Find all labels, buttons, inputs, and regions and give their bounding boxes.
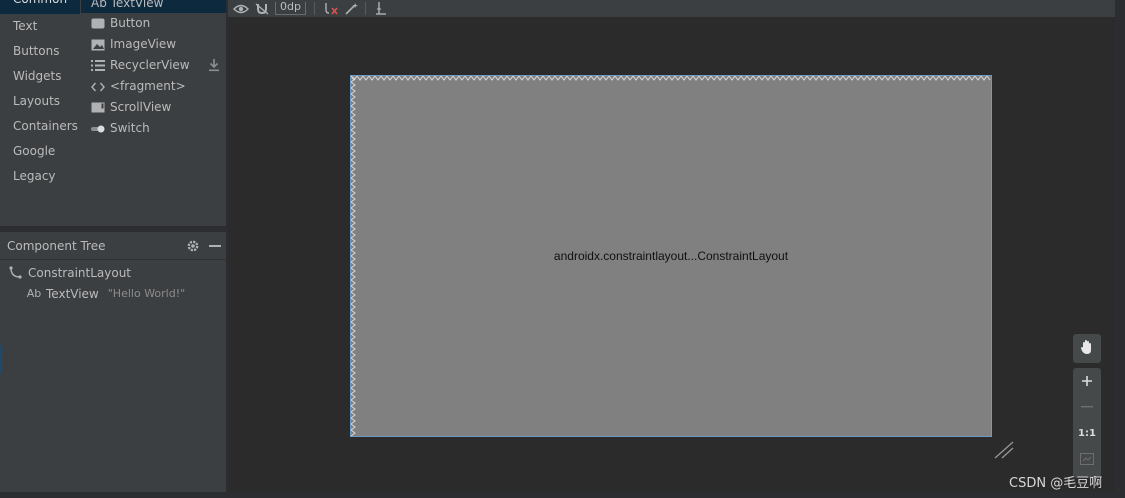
design-surface[interactable]: 0dp androidx.constraintlayout...Constrai… [228, 0, 1115, 492]
textview-icon: Ab [26, 287, 42, 300]
scrollview-icon [91, 101, 105, 115]
component-tree-header: Component Tree [0, 232, 226, 260]
plus-icon [1082, 376, 1092, 386]
button-icon [91, 17, 105, 31]
magnet-off-icon[interactable] [255, 0, 269, 17]
design-toolbar: 0dp [228, 0, 1115, 17]
zoom-out-button[interactable] [1073, 394, 1101, 420]
widget-label: Ab TextView [91, 0, 164, 10]
widget-label: RecyclerView [110, 58, 190, 72]
canvas-layout-label: androidx.constraintlayout...ConstraintLa… [553, 249, 789, 263]
palette-widget-imageview[interactable]: ImageView [81, 34, 226, 55]
widget-label: Button [110, 16, 151, 30]
palette-widget-textview[interactable]: Ab TextView [81, 0, 226, 13]
resize-handle-icon[interactable] [993, 440, 1015, 460]
palette-category-widgets[interactable]: Widgets [0, 64, 80, 89]
constraint-layout-icon [8, 265, 24, 280]
palette-category-google[interactable]: Google [0, 139, 80, 164]
tree-row-label: ConstraintLayout [28, 265, 132, 280]
gear-icon[interactable] [182, 235, 204, 257]
zoom-actual-size-button[interactable]: 1:1 [1073, 420, 1101, 446]
toolbar-separator [364, 2, 366, 15]
widget-label: <fragment> [110, 79, 186, 93]
minus-icon [1081, 406, 1093, 408]
download-icon[interactable] [208, 58, 220, 72]
hand-icon [1080, 339, 1094, 358]
widget-label: ScrollView [110, 100, 172, 114]
tree-row-text-value: "Hello World!" [107, 287, 186, 300]
clear-constraints-icon[interactable] [323, 0, 339, 17]
palette-widget-list: Ab TextView Button ImageView RecyclerVie… [81, 0, 226, 139]
zoom-to-fit-button[interactable] [1073, 446, 1101, 472]
default-margin-field[interactable]: 0dp [275, 1, 306, 15]
left-edge-marker [0, 345, 2, 373]
watermark-text: CSDN @毛豆啊 [1009, 476, 1103, 491]
palette-panel: Common Text Buttons Widgets Layouts Cont… [0, 0, 226, 226]
bottom-strip [0, 492, 1125, 498]
palette-category-list: Common Text Buttons Widgets Layouts Cont… [0, 0, 80, 189]
fit-screen-icon [1080, 453, 1094, 465]
list-icon [91, 59, 105, 73]
pan-button[interactable] [1073, 334, 1101, 363]
palette-category-text[interactable]: Text [0, 14, 80, 39]
component-tree-title: Component Tree [7, 238, 106, 253]
palette-category-legacy[interactable]: Legacy [0, 164, 80, 189]
palette-category-common[interactable]: Common [0, 0, 80, 14]
toolbar-separator [313, 2, 315, 15]
palette-widget-fragment[interactable]: <fragment> [81, 76, 226, 97]
magic-wand-icon[interactable] [345, 0, 359, 17]
widget-label: ImageView [110, 37, 177, 51]
minimize-icon[interactable] [204, 235, 226, 257]
zoom-actual-size-label: 1:1 [1078, 427, 1096, 439]
image-icon [91, 38, 105, 52]
switch-icon [91, 122, 105, 136]
tree-row-textview[interactable]: Ab TextView "Hello World!" [0, 283, 226, 304]
code-brackets-icon [91, 80, 105, 94]
guidelines-icon[interactable] [374, 0, 388, 17]
palette-widget-switch[interactable]: Switch [81, 118, 226, 139]
zoom-in-button[interactable] [1073, 368, 1101, 394]
tree-row-label: TextView [46, 286, 99, 301]
palette-category-buttons[interactable]: Buttons [0, 39, 80, 64]
canvas-top-ruler [351, 76, 991, 81]
palette-category-layouts[interactable]: Layouts [0, 89, 80, 114]
palette-widget-button[interactable]: Button [81, 13, 226, 34]
widget-label: Switch [110, 121, 150, 135]
palette-widget-scrollview[interactable]: ScrollView [81, 97, 226, 118]
palette-category-containers[interactable]: Containers [0, 114, 80, 139]
constraint-layout-canvas[interactable]: androidx.constraintlayout...ConstraintLa… [350, 75, 992, 437]
eye-icon[interactable] [233, 0, 249, 17]
palette-widget-recyclerview[interactable]: RecyclerView [81, 55, 226, 76]
zoom-controls: 1:1 [1073, 368, 1101, 478]
component-tree-panel: Component Tree ConstraintLayout Ab TextV… [0, 232, 226, 498]
tree-row-constraintlayout[interactable]: ConstraintLayout [0, 262, 226, 283]
